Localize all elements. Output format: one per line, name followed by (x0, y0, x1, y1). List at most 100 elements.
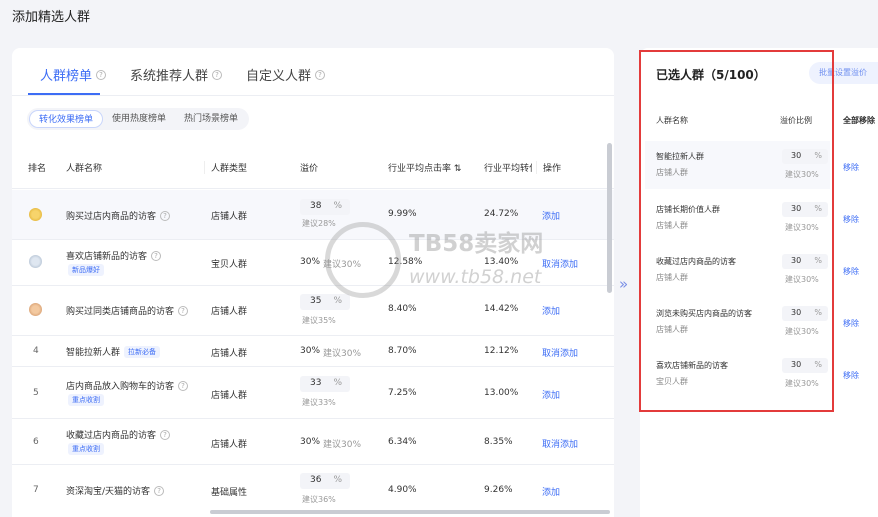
ctr-value: 8.40% (388, 304, 417, 314)
crowd-type: 基础属性 (211, 488, 248, 498)
bid-suggestion: 建议30% (323, 440, 362, 450)
table-row: 5 店内商品放入购物车的访客? 重点收割 店铺人群 33% 建议33% 7.25… (12, 367, 614, 419)
crowd-tag: 新品爆好 (68, 264, 104, 276)
add-button[interactable]: 添加 (542, 388, 560, 401)
help-icon[interactable]: ? (160, 210, 171, 221)
cancel-add-button[interactable]: 取消添加 (542, 437, 578, 450)
table-row: 4 智能拉新人群 拉新必备 店铺人群 30% 建议30% 8.70% 12.12%… (12, 336, 614, 367)
vertical-scrollbar[interactable] (607, 143, 612, 293)
bid-value: 30% (300, 257, 321, 267)
transfer-arrow-icon: » (619, 275, 629, 293)
bid-suggestion: 建议35% (302, 316, 336, 325)
crowd-name: 智能拉新人群 (66, 348, 121, 358)
crowd-tag: 重点收割 (68, 443, 104, 455)
add-button[interactable]: 添加 (542, 209, 560, 222)
crowd-name: 收藏过店内商品的访客 (66, 431, 157, 441)
ctr-value: 8.70% (388, 346, 417, 356)
bid-suggestion: 建议36% (302, 495, 336, 504)
bid-suffix: % (333, 378, 342, 388)
help-icon[interactable]: ? (154, 485, 165, 496)
bid-value: 30% (300, 346, 321, 356)
tab-custom-crowd[interactable]: 自定义人群? (246, 65, 326, 84)
crowd-name: 店内商品放入购物车的访客 (66, 382, 175, 392)
watermark: TB58卖家网 www.tb58.net (325, 222, 565, 302)
bid-input[interactable]: 33% (300, 376, 350, 392)
table-row: 6 收藏过店内商品的访客? 重点收割 店铺人群 30% 建议30% 6.34% … (12, 419, 614, 465)
tab-system-recommend[interactable]: 系统推荐人群? (130, 65, 223, 84)
bid-input[interactable]: 38% (300, 199, 350, 215)
col-rank: 排名 (28, 164, 47, 174)
col-type: 人群类型 (204, 161, 247, 174)
tab-label: 自定义人群 (246, 69, 312, 84)
ranking-subtabs: 转化效果榜单 使用热度榜单 热门场景榜单 (27, 108, 250, 130)
col-ctr-label: 行业平均点击率 (388, 164, 452, 174)
horizontal-scrollbar[interactable] (210, 510, 610, 514)
table-header: 排名 人群名称 人群类型 溢价 行业平均点击率 ⇅ 行业平均转化 操作 (12, 145, 614, 189)
crowd-type: 店铺人群 (211, 212, 248, 222)
tab-label: 系统推荐人群 (130, 69, 209, 84)
tab-active-indicator (28, 93, 100, 95)
cvr-value: 12.12% (484, 346, 519, 356)
hand-logo-icon (325, 222, 401, 298)
bid-value: 38 (310, 201, 322, 211)
help-icon[interactable]: ? (212, 69, 223, 80)
gold-medal-icon (29, 208, 42, 221)
crowd-name: 喜欢店铺新品的访客 (66, 252, 148, 262)
col-cvr: 行业平均转化 (484, 164, 532, 174)
add-button[interactable]: 添加 (542, 304, 560, 317)
tab-crowd-ranking[interactable]: 人群榜单? (40, 65, 107, 84)
bid-value: 36 (310, 475, 322, 485)
watermark-title: TB58卖家网 (409, 231, 544, 257)
rank-number: 4 (33, 346, 39, 356)
crowd-type: 店铺人群 (211, 349, 248, 359)
cvr-value: 9.26% (484, 485, 513, 495)
crowd-type: 店铺人群 (211, 307, 248, 317)
crowd-type: 店铺人群 (211, 440, 248, 450)
help-icon[interactable]: ? (160, 429, 171, 440)
rank-number: 6 (33, 437, 39, 447)
help-icon[interactable]: ? (96, 69, 107, 80)
sort-icon[interactable]: ⇅ (454, 164, 462, 174)
crowd-name: 购买过店内商品的访客 (66, 212, 157, 222)
tab-bar: 人群榜单? 系统推荐人群? 自定义人群? (12, 48, 614, 96)
cvr-value: 13.00% (484, 388, 519, 398)
silver-medal-icon (29, 255, 42, 268)
remove-button[interactable]: 移除 (843, 370, 859, 381)
col-name: 人群名称 (66, 164, 103, 174)
bronze-medal-icon (29, 303, 42, 316)
help-icon[interactable]: ? (178, 380, 189, 391)
rank-number: 5 (33, 388, 39, 398)
watermark-url: www.tb58.net (409, 266, 542, 288)
help-icon[interactable]: ? (151, 250, 162, 261)
crowd-name: 购买过同类店铺商品的访客 (66, 307, 175, 317)
remove-all-button[interactable]: 全部移除 (843, 115, 875, 126)
remove-button[interactable]: 移除 (843, 266, 859, 277)
bid-input[interactable]: 36% (300, 473, 350, 489)
help-icon[interactable]: ? (178, 305, 189, 316)
ctr-value: 4.90% (388, 485, 417, 495)
bid-suffix: % (333, 475, 342, 485)
ctr-value: 9.99% (388, 209, 417, 219)
subtab-scene[interactable]: 热门场景榜单 (175, 110, 247, 128)
remove-button[interactable]: 移除 (843, 214, 859, 225)
bid-suggestion: 建议30% (323, 349, 362, 359)
cancel-add-button[interactable]: 取消添加 (542, 346, 578, 359)
help-icon[interactable]: ? (315, 69, 326, 80)
tab-label: 人群榜单 (40, 69, 93, 84)
crowd-type: 宝贝人群 (211, 260, 248, 270)
subtab-popularity[interactable]: 使用热度榜单 (103, 110, 175, 128)
add-button[interactable]: 添加 (542, 485, 560, 498)
remove-button[interactable]: 移除 (843, 162, 859, 173)
bid-suffix: % (333, 201, 342, 211)
bid-value: 35 (310, 296, 322, 306)
remove-button[interactable]: 移除 (843, 318, 859, 329)
cvr-value: 14.42% (484, 304, 519, 314)
crowd-type: 店铺人群 (211, 391, 248, 401)
crowd-tag: 重点收割 (68, 394, 104, 406)
subtab-conversion[interactable]: 转化效果榜单 (29, 110, 104, 128)
table-row: 7 资深淘宝/天猫的访客? 基础属性 36% 建议36% 4.90% 9.26%… (12, 465, 614, 515)
col-ctr[interactable]: 行业平均点击率 ⇅ (388, 161, 461, 174)
crowd-tag: 拉新必备 (124, 345, 161, 358)
page-title: 添加精选人群 (12, 10, 91, 25)
cvr-value: 8.35% (484, 437, 513, 447)
